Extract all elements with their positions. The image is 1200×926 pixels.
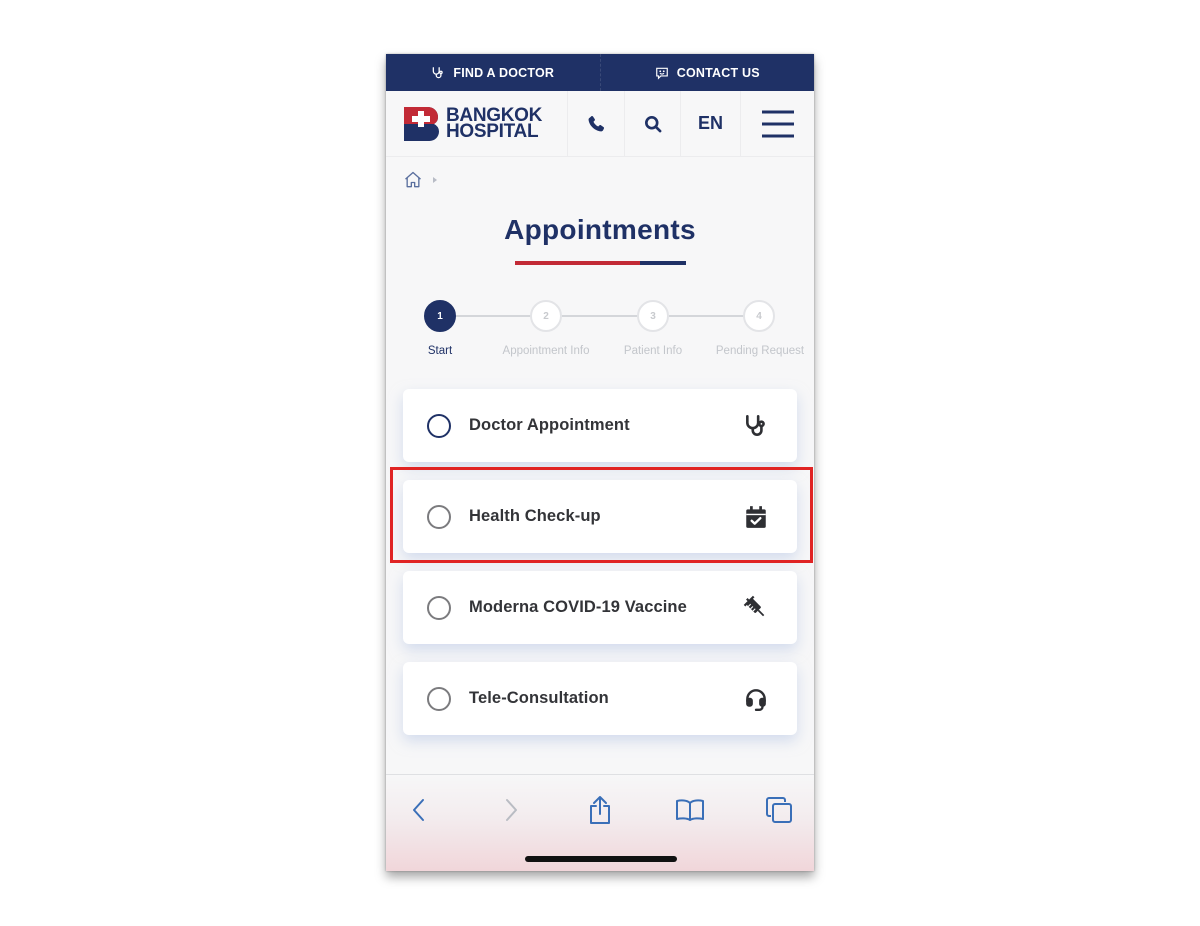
chevron-right-icon	[506, 799, 517, 821]
menu-button[interactable]	[740, 91, 814, 156]
share-button[interactable]	[585, 795, 615, 825]
step-3-label: Patient Info	[623, 345, 683, 357]
logo-mark-icon	[404, 106, 440, 141]
chat-smile-icon	[655, 67, 668, 80]
stethoscope-icon	[746, 414, 765, 436]
find-doctor-link[interactable]: FIND A DOCTOR	[386, 54, 600, 91]
back-button[interactable]	[404, 795, 434, 825]
step-1-label: Start	[427, 345, 453, 357]
step-4-label: Pending Request	[715, 345, 805, 357]
option-doctor-appointment[interactable]: Doctor Appointment	[403, 389, 797, 462]
step-connector	[562, 315, 640, 317]
step-2-circle: 2	[530, 300, 562, 332]
step-2-label: Appointment Info	[502, 345, 590, 357]
progress-stepper: 1 2 3 4 Start Appointment Info Patient I…	[386, 299, 814, 369]
home-icon[interactable]	[403, 170, 423, 190]
bookmarks-button[interactable]	[675, 795, 705, 825]
underline-blue	[640, 261, 686, 265]
step-3-circle: 3	[637, 300, 669, 332]
breadcrumb-separator	[433, 177, 437, 183]
language-button[interactable]: EN	[680, 91, 740, 156]
hamburger-icon	[761, 110, 794, 137]
bangkok-hospital-logo[interactable]: BANGKOK HOSPITAL	[386, 91, 567, 156]
search-icon	[644, 115, 661, 132]
radio-button[interactable]	[427, 686, 451, 711]
step-4-circle: 4	[743, 300, 775, 332]
option-moderna-covid-19-vaccine[interactable]: Moderna COVID-19 Vaccine	[403, 571, 797, 644]
tabs-icon	[766, 797, 792, 823]
contact-us-label: CONTACT US	[676, 65, 760, 80]
headset-icon	[746, 688, 766, 711]
chevron-left-icon	[413, 799, 424, 821]
tabs-button[interactable]	[764, 795, 794, 825]
option-tele-consultation[interactable]: Tele-Consultation	[403, 662, 797, 735]
share-icon	[590, 796, 610, 824]
syringe-icon	[743, 595, 765, 616]
option-label: Moderna COVID-19 Vaccine	[469, 598, 687, 616]
top-bar: FIND A DOCTOR CONTACT US	[386, 54, 814, 91]
find-doctor-label: FIND A DOCTOR	[453, 65, 555, 80]
step-1-circle: 1	[424, 300, 456, 332]
stethoscope-icon	[433, 66, 444, 78]
contact-us-link[interactable]: CONTACT US	[599, 54, 815, 91]
option-label: Doctor Appointment	[469, 416, 630, 434]
forward-button[interactable]	[496, 795, 526, 825]
logo-line2: HOSPITAL	[446, 120, 539, 142]
book-icon	[676, 799, 704, 821]
underline-red	[515, 261, 640, 265]
browser-toolbar	[386, 774, 814, 871]
title-underline	[515, 261, 686, 265]
site-header: BANGKOK HOSPITAL EN	[386, 91, 814, 157]
radio-button[interactable]	[427, 413, 451, 438]
highlight-box	[390, 467, 813, 563]
radio-button[interactable]	[427, 595, 451, 620]
search-button[interactable]	[624, 91, 680, 156]
breadcrumb	[403, 170, 437, 190]
phone-button[interactable]	[567, 91, 624, 156]
step-connector	[669, 315, 745, 317]
phone-screen: FIND A DOCTOR CONTACT US BANGKOK HOSPITA…	[386, 54, 814, 871]
page-title: Appointments	[504, 214, 696, 245]
option-label: Tele-Consultation	[469, 689, 609, 707]
phone-icon	[588, 115, 605, 131]
logo-text: BANGKOK HOSPITAL	[446, 106, 542, 142]
home-indicator[interactable]	[525, 856, 677, 862]
step-connector	[456, 315, 534, 317]
